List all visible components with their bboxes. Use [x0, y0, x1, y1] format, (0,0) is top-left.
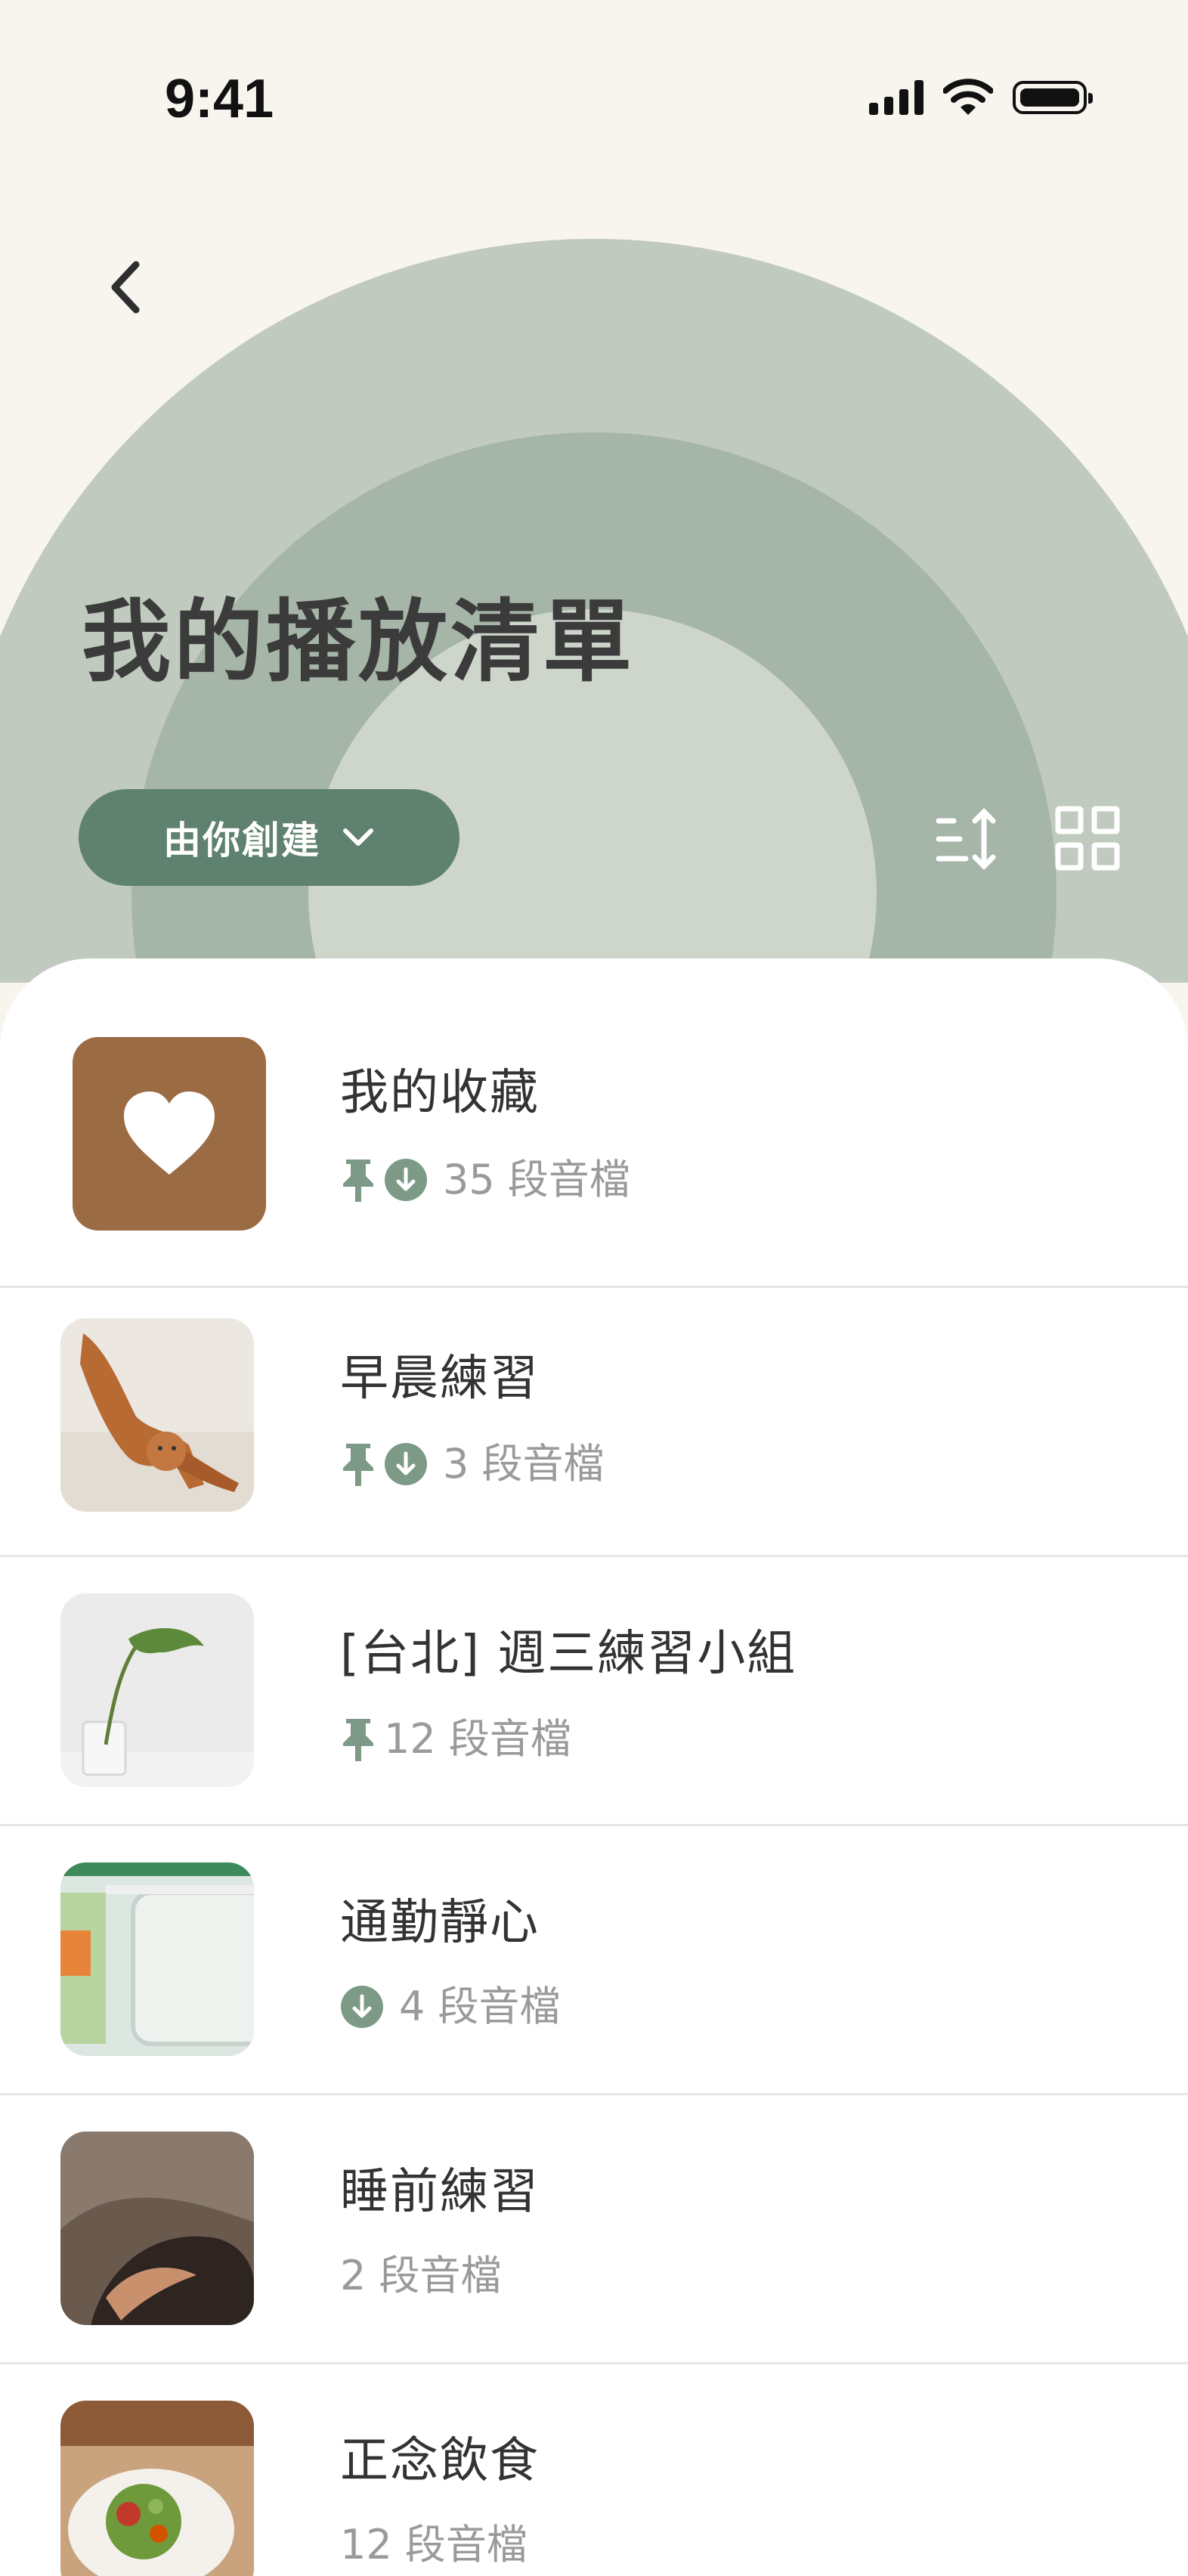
cat-photo [60, 1318, 254, 1512]
pin-icon [343, 1444, 373, 1486]
cat-photo-thumbnail [60, 1318, 254, 1512]
salad-photo-thumbnail [60, 2401, 254, 2576]
playlist-title: 早晨練習 [340, 1351, 540, 1407]
download-icon [385, 1443, 427, 1485]
playlist-count: 4 段音檔 [399, 1983, 561, 2030]
sleeping-photo-thumbnail [60, 2132, 254, 2325]
playlist-item-favorites[interactable]: 我的收藏 35 段音檔 [0, 958, 1188, 1288]
pin-icon [343, 1160, 373, 1202]
chevron-left-icon [111, 261, 140, 314]
playlist-title: 我的收藏 [340, 1065, 540, 1121]
plant-photo [60, 1593, 254, 1787]
tablet-photo [60, 1862, 254, 2056]
sort-button[interactable] [931, 801, 1007, 877]
playlist-count: 12 段音檔 [384, 1715, 571, 1763]
grid-view-button[interactable] [1053, 804, 1121, 872]
filter-label: 由你創建 [163, 819, 320, 862]
sort-icon [936, 808, 996, 870]
favorites-thumbnail [73, 1037, 266, 1231]
plant-photo-thumbnail [60, 1593, 254, 1787]
heart-icon [124, 1091, 215, 1175]
playlist-title: 通勤靜心 [340, 1895, 540, 1951]
playlist-title: [台北] 週三練習小組 [340, 1626, 797, 1682]
pin-icon [343, 1719, 373, 1761]
battery-icon [1013, 81, 1093, 114]
playlist-item-commute[interactable]: 通勤靜心 4 段音檔 [0, 1826, 1188, 2095]
playlist-count: 12 段音檔 [340, 2521, 527, 2568]
download-icon [385, 1159, 427, 1201]
playlist-item-morning[interactable]: 早晨練習 3 段音檔 [0, 1288, 1188, 1557]
wifi-icon [943, 79, 993, 115]
salad-photo [60, 2401, 254, 2576]
playlist-count: 3 段音檔 [443, 1440, 605, 1488]
playlist-item-bedtime[interactable]: 睡前練習 2 段音檔 [0, 2095, 1188, 2364]
playlist-count: 2 段音檔 [340, 2252, 502, 2299]
playlist-item-taipei-group[interactable]: [台北] 週三練習小組 12 段音檔 [0, 1557, 1188, 1826]
tablet-photo-thumbnail [60, 1862, 254, 2056]
back-button[interactable] [95, 257, 156, 317]
playlist-count: 35 段音檔 [443, 1156, 630, 1203]
download-icon [341, 1986, 383, 2028]
page-title: 我的播放清單 [82, 590, 636, 694]
cellular-signal-icon [869, 80, 923, 115]
playlist-item-mindful-eating[interactable]: 正念飲食 12 段音檔 [0, 2364, 1188, 2576]
playlist-title: 睡前練習 [340, 2164, 540, 2220]
filter-dropdown[interactable]: 由你創建 [79, 789, 459, 886]
grid-icon [1055, 806, 1120, 871]
playlist-list: 我的收藏 35 段音檔 早晨練習 3 段音檔 [台北] 週三練習小組 12 段音… [0, 958, 1188, 2576]
status-time: 9:41 [165, 69, 274, 129]
status-bar: 9:41 [0, 0, 1188, 197]
playlist-title: 正念飲食 [340, 2433, 540, 2489]
chevron-down-icon [343, 828, 373, 846]
sleeping-photo [60, 2132, 254, 2325]
